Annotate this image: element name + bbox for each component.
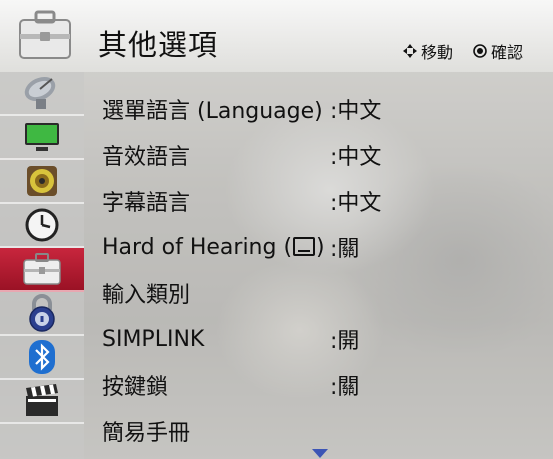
sidebar-item-channels[interactable]	[0, 72, 84, 116]
menu-item-value: :開	[330, 329, 360, 354]
menu-item-label: Hard of Hearing ()	[102, 234, 325, 260]
sidebar-item-time[interactable]	[0, 204, 84, 248]
sidebar-item-picture[interactable]	[0, 116, 84, 160]
menu-item-value: :中文	[330, 191, 382, 216]
clock-icon	[25, 208, 59, 242]
menu-item-value: :中文	[330, 99, 382, 124]
page-title: 其他選項	[98, 28, 219, 62]
ok-hint: 確認	[490, 43, 523, 62]
menu-item-label: 選單語言 (Language)	[102, 99, 323, 124]
caption-icon	[293, 236, 316, 256]
monitor-icon	[25, 123, 59, 151]
menu-header: 其他選項 移動 確認	[0, 0, 553, 72]
toolbox-icon	[23, 253, 61, 285]
clapperboard-icon	[26, 384, 58, 416]
menu-item-label: 輸入類別	[102, 283, 191, 308]
scroll-down-icon[interactable]	[312, 449, 328, 458]
menu-item-value: :中文	[330, 145, 382, 170]
menu-item-label: 音效語言	[102, 145, 191, 170]
sidebar-item-bluetooth[interactable]	[0, 336, 84, 380]
bluetooth-icon	[29, 340, 55, 374]
menu-item-subtitle-language[interactable]: 字幕語言 :中文	[100, 182, 540, 220]
move-hint: 移動	[420, 43, 453, 62]
lock-icon	[29, 294, 55, 332]
sidebar-item-options[interactable]	[0, 248, 84, 292]
options-menu: 其他選項 移動 確認 選單語言 (Language):中文 音效語言:中文 …	[0, 0, 553, 459]
menu-item-audio-language[interactable]: 音效語言 :中文	[100, 136, 540, 174]
toolbox-icon	[19, 10, 71, 59]
help-bar: 移動 確認	[402, 39, 523, 63]
menu-item-simplink[interactable]: SIMPLINK :開	[100, 320, 540, 358]
menu-item-value: :關	[330, 237, 360, 262]
sidebar-item-media[interactable]	[0, 380, 84, 424]
menu-item-hard-of-hearing[interactable]: Hard of Hearing () :關	[100, 228, 540, 266]
satellite-dish-icon	[24, 76, 56, 109]
move-arrows-icon	[402, 44, 417, 58]
speaker-icon	[27, 166, 57, 196]
menu-item-label: 簡易手冊	[102, 421, 191, 446]
sidebar-item-lock[interactable]	[0, 292, 84, 336]
sidebar-item-audio[interactable]	[0, 160, 84, 204]
menu-item-menu-language[interactable]: 選單語言 (Language) :中文	[100, 90, 540, 128]
menu-item-label: 字幕語言	[102, 191, 191, 216]
menu-item-label: SIMPLINK	[102, 326, 205, 352]
menu-item-label: 按鍵鎖	[102, 375, 169, 400]
menu-item-quick-guide[interactable]: 簡易手冊	[100, 412, 540, 450]
ok-button-icon	[473, 44, 487, 58]
category-sidebar	[0, 72, 84, 459]
menu-item-input-label[interactable]: 輸入類別	[100, 274, 540, 312]
menu-item-value: :關	[330, 375, 360, 400]
menu-item-key-lock[interactable]: 按鍵鎖 :關	[100, 366, 540, 404]
